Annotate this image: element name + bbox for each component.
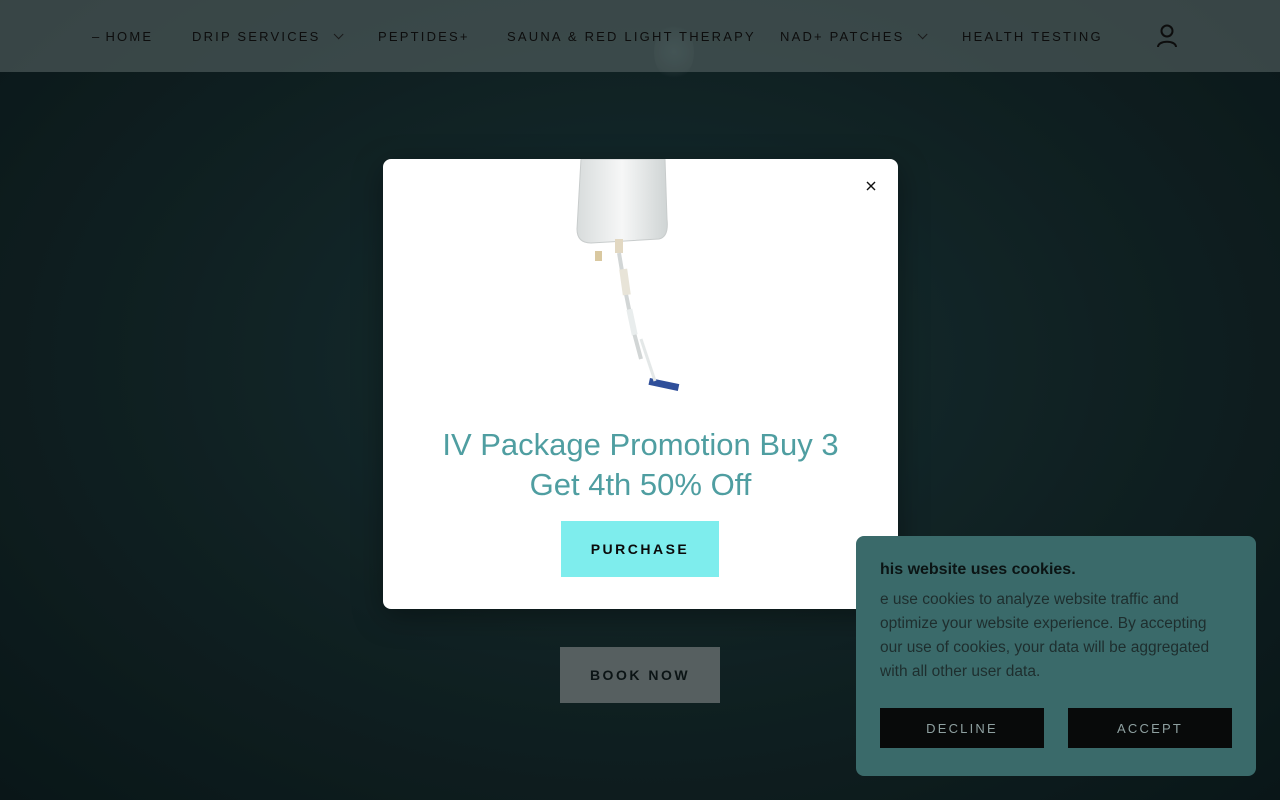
cookie-title: his website uses cookies. (880, 561, 1076, 578)
accept-button[interactable]: ACCEPT (1068, 708, 1232, 748)
promo-title: IV Package Promotion Buy 3 Get 4th 50% O… (442, 427, 839, 502)
purchase-button[interactable]: PURCHASE (561, 521, 719, 577)
close-icon[interactable] (864, 179, 878, 193)
decline-button[interactable]: DECLINE (880, 708, 1044, 748)
iv-bag-image (576, 159, 680, 392)
cookie-text: e use cookies to analyze website traffic… (880, 591, 1210, 680)
promo-modal: IV Package Promotion Buy 3 Get 4th 50% O… (383, 159, 898, 609)
cookie-banner: his website uses cookies. e use cookies … (856, 536, 1256, 776)
